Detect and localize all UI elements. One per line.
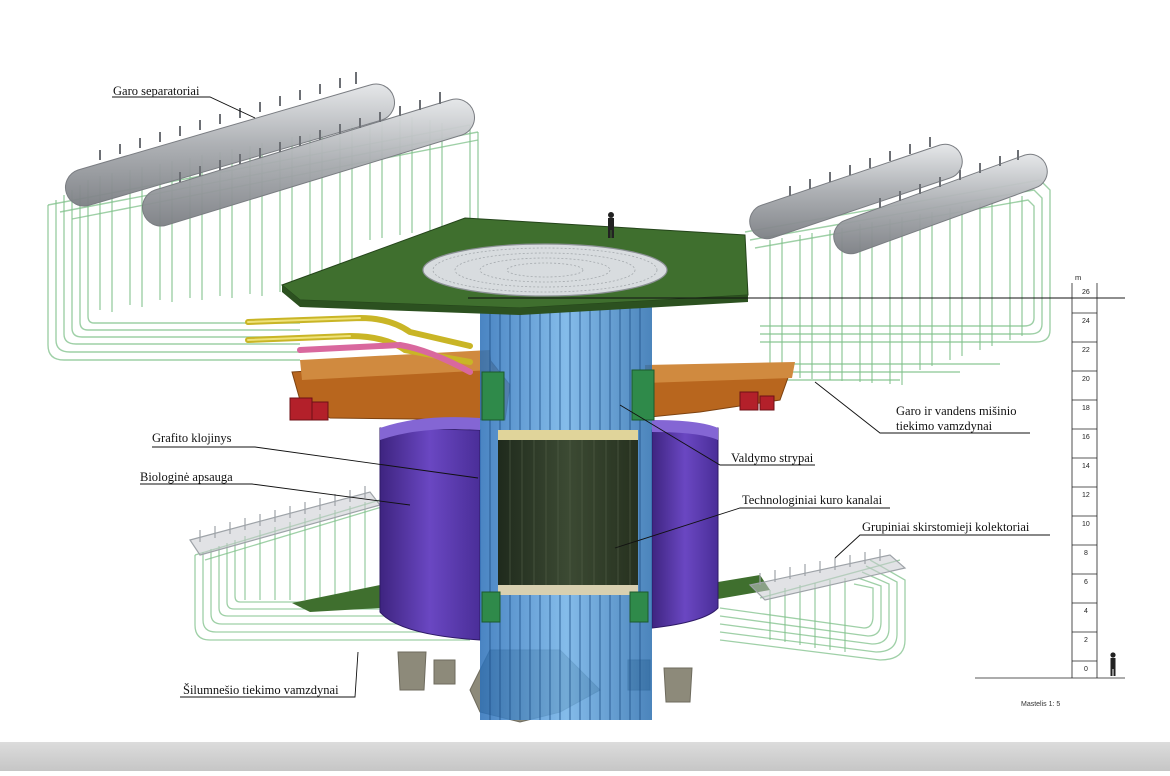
- graphite-core: [498, 430, 638, 595]
- label-control-rods: Valdymo strypai: [731, 451, 814, 465]
- reactor-illustration: [47, 72, 1125, 723]
- label-steam-separators: Garo separatoriai: [113, 84, 200, 98]
- label-graphite-stack: Grafito klojinys: [152, 431, 232, 445]
- scale-tick: 0: [1084, 666, 1088, 673]
- label-fuel-channels: Technologiniai kuro kanalai: [742, 493, 883, 507]
- label-coolant-pipes: Šilumnešio tiekimo vamzdynai: [183, 683, 339, 697]
- scale-tick: 16: [1082, 434, 1090, 441]
- label-biological-shield: Biologinė apsauga: [140, 470, 233, 484]
- scale-unit: m: [1075, 273, 1082, 282]
- label-steam-water-pipes-line1: Garo ir vandens mišinio: [896, 404, 1017, 418]
- scale-tick: 4: [1084, 608, 1088, 615]
- scale-tick: 18: [1082, 405, 1090, 412]
- scale-tick: 10: [1082, 521, 1090, 528]
- scale-tick: 22: [1082, 347, 1090, 354]
- scale-tick: 14: [1082, 463, 1090, 470]
- scale-tick: 2: [1084, 637, 1088, 644]
- scale-person-figure: [1110, 652, 1116, 676]
- scale-tick: 8: [1084, 550, 1088, 557]
- scale-tick: 24: [1082, 318, 1090, 325]
- reactor-diagram: Garo separatoriai Garo ir vandens mišini…: [0, 0, 1170, 771]
- scale-note: Mastelis 1: 5: [1021, 701, 1061, 708]
- label-steam-water-pipes-line2: tiekimo vamzdynai: [896, 419, 993, 433]
- bottom-bar: [0, 742, 1170, 771]
- scale-tick: 12: [1082, 492, 1090, 499]
- scale-tick: 6: [1084, 579, 1088, 586]
- scale-tick: 26: [1082, 289, 1090, 296]
- collector-grid-left: [189, 486, 382, 556]
- scale-tick: 20: [1082, 376, 1090, 383]
- label-group-collectors: Grupiniai skirstomieji kolektoriai: [862, 520, 1030, 534]
